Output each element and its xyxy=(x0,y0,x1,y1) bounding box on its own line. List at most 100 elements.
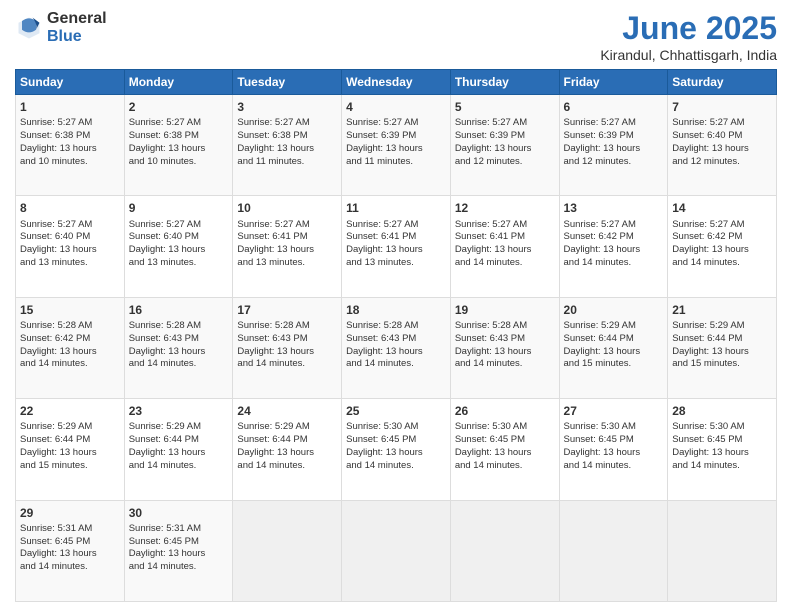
day-number: 1 xyxy=(20,99,120,115)
table-row: 24Sunrise: 5:29 AMSunset: 6:44 PMDayligh… xyxy=(233,399,342,500)
table-row: 26Sunrise: 5:30 AMSunset: 6:45 PMDayligh… xyxy=(450,399,559,500)
table-row: 17Sunrise: 5:28 AMSunset: 6:43 PMDayligh… xyxy=(233,297,342,398)
daylight-hours-text: Daylight: 13 hours xyxy=(346,346,423,357)
sunrise-text: Sunrise: 5:30 AM xyxy=(346,421,418,432)
sunset-text: Sunset: 6:43 PM xyxy=(455,333,525,344)
sunrise-text: Sunrise: 5:28 AM xyxy=(346,320,418,331)
table-row xyxy=(233,500,342,601)
table-row: 30Sunrise: 5:31 AMSunset: 6:45 PMDayligh… xyxy=(124,500,233,601)
day-number: 3 xyxy=(237,99,337,115)
sunrise-text: Sunrise: 5:28 AM xyxy=(20,320,92,331)
daylight-hours-text: Daylight: 13 hours xyxy=(20,143,97,154)
logo-icon xyxy=(15,14,43,42)
daylight-hours-text: Daylight: 13 hours xyxy=(237,244,314,255)
day-number: 30 xyxy=(129,505,229,521)
day-number: 26 xyxy=(455,403,555,419)
day-number: 17 xyxy=(237,302,337,318)
table-row: 5Sunrise: 5:27 AMSunset: 6:39 PMDaylight… xyxy=(450,95,559,196)
calendar-week-row: 1 Sunrise: 5:27 AM Sunset: 6:38 PM Daylight… xyxy=(16,95,777,196)
daylight-hours-text: Daylight: 13 hours xyxy=(564,447,641,458)
sunrise-text: Sunrise: 5:27 AM xyxy=(346,117,418,128)
table-row: 11Sunrise: 5:27 AMSunset: 6:41 PMDayligh… xyxy=(342,196,451,297)
table-row: 2Sunrise: 5:27 AMSunset: 6:38 PMDaylight… xyxy=(124,95,233,196)
header: General Blue June 2025 Kirandul, Chhatti… xyxy=(15,10,777,63)
sunrise-text: Sunrise: 5:29 AM xyxy=(20,421,92,432)
sunrise-text: Sunrise: 5:27 AM xyxy=(455,219,527,230)
daylight-minutes-text: and 14 minutes. xyxy=(20,358,88,369)
daylight-hours-text: Daylight: 13 hours xyxy=(346,244,423,255)
daylight-minutes-text: and 14 minutes. xyxy=(564,257,632,268)
daylight-minutes-text: and 10 minutes. xyxy=(129,156,197,167)
day-number: 23 xyxy=(129,403,229,419)
sunset-text: Sunset: 6:42 PM xyxy=(672,231,742,242)
sunrise-text: Sunrise: 5:28 AM xyxy=(129,320,201,331)
day-number: 22 xyxy=(20,403,120,419)
daylight-hours-text: Daylight: 13 hours xyxy=(20,548,97,559)
daylight-hours-text: Daylight: 13 hours xyxy=(564,244,641,255)
logo-blue-text: Blue xyxy=(47,28,107,46)
daylight-minutes-text: and 11 minutes. xyxy=(237,156,304,167)
sunset-text: Sunset: 6:45 PM xyxy=(20,536,90,547)
sunset-text: Sunset: 6:43 PM xyxy=(346,333,416,344)
daylight-minutes-text: and 10 minutes. xyxy=(20,156,88,167)
sunrise-text: Sunrise: 5:27 AM xyxy=(129,117,201,128)
table-row: 22Sunrise: 5:29 AMSunset: 6:44 PMDayligh… xyxy=(16,399,125,500)
sunset-text: Sunset: 6:41 PM xyxy=(346,231,416,242)
daylight-minutes-text: and 14 minutes. xyxy=(672,460,740,471)
daylight-hours-text: Daylight: 13 hours xyxy=(672,447,749,458)
sunrise-text: Sunrise: 5:27 AM xyxy=(129,219,201,230)
sunrise-text: Sunrise: 5:27 AM xyxy=(564,117,636,128)
calendar-week-row: 15 Sunrise: 5:28 AM Sunset: 6:42 PM Dayligh… xyxy=(16,297,777,398)
logo-text: General Blue xyxy=(47,10,107,45)
day-number: 2 xyxy=(129,99,229,115)
daylight-minutes-text: and 14 minutes. xyxy=(346,460,414,471)
sunset-text: Sunset: 6:45 PM xyxy=(129,536,199,547)
daylight-minutes-text: and 15 minutes. xyxy=(672,358,740,369)
table-row: 14Sunrise: 5:27 AMSunset: 6:42 PMDayligh… xyxy=(668,196,777,297)
day-number: 6 xyxy=(564,99,664,115)
table-row: 19Sunrise: 5:28 AMSunset: 6:43 PMDayligh… xyxy=(450,297,559,398)
daylight-hours-text: Daylight: 13 hours xyxy=(346,447,423,458)
sunrise-text: Sunrise: 5:28 AM xyxy=(455,320,527,331)
table-row: 12Sunrise: 5:27 AMSunset: 6:41 PMDayligh… xyxy=(450,196,559,297)
sunset-text: Sunset: 6:45 PM xyxy=(346,434,416,445)
sunset-text: Sunset: 6:38 PM xyxy=(129,130,199,141)
daylight-minutes-text: and 14 minutes. xyxy=(237,358,305,369)
col-tuesday: Tuesday xyxy=(233,70,342,95)
day-number: 4 xyxy=(346,99,446,115)
main-title: June 2025 xyxy=(600,10,777,47)
sunrise-text: Sunrise: 5:30 AM xyxy=(455,421,527,432)
sunrise-text: Sunrise: 5:27 AM xyxy=(237,117,309,128)
sunrise-text: Sunrise: 5:27 AM xyxy=(20,219,92,230)
sunrise-text: Sunrise: 5:27 AM xyxy=(237,219,309,230)
table-row xyxy=(342,500,451,601)
sunrise-text: Sunrise: 5:28 AM xyxy=(237,320,309,331)
table-row: 7Sunrise: 5:27 AMSunset: 6:40 PMDaylight… xyxy=(668,95,777,196)
day-number: 19 xyxy=(455,302,555,318)
sunset-text: Sunset: 6:42 PM xyxy=(564,231,634,242)
sunset-text: Sunset: 6:40 PM xyxy=(129,231,199,242)
calendar-week-row: 22Sunrise: 5:29 AMSunset: 6:44 PMDayligh… xyxy=(16,399,777,500)
daylight-minutes-text: and 14 minutes. xyxy=(237,460,305,471)
daylight-minutes-text: and 13 minutes. xyxy=(20,257,88,268)
table-row: 9Sunrise: 5:27 AMSunset: 6:40 PMDaylight… xyxy=(124,196,233,297)
daylight-hours-text: Daylight: 13 hours xyxy=(237,447,314,458)
col-wednesday: Wednesday xyxy=(342,70,451,95)
sunrise-text: Sunrise: 5:29 AM xyxy=(237,421,309,432)
day-number: 7 xyxy=(672,99,772,115)
day-number: 13 xyxy=(564,200,664,216)
daylight-minutes-text: and 14 minutes. xyxy=(455,460,523,471)
daylight-minutes-text: and 14 minutes. xyxy=(564,460,632,471)
daylight-hours-text: Daylight: 13 hours xyxy=(455,244,532,255)
daylight-hours-text: Daylight: 13 hours xyxy=(564,143,641,154)
sunset-text: Sunset: 6:42 PM xyxy=(20,333,90,344)
table-row: 18Sunrise: 5:28 AMSunset: 6:43 PMDayligh… xyxy=(342,297,451,398)
sunset-text: Sunset: 6:44 PM xyxy=(672,333,742,344)
daylight-hours-text: Daylight: 13 hours xyxy=(455,143,532,154)
day-number: 15 xyxy=(20,302,120,318)
daylight-minutes-text: and 12 minutes. xyxy=(564,156,632,167)
sunrise-text: Sunrise: 5:29 AM xyxy=(129,421,201,432)
sunrise-text: Sunrise: 5:27 AM xyxy=(672,117,744,128)
table-row: 25Sunrise: 5:30 AMSunset: 6:45 PMDayligh… xyxy=(342,399,451,500)
daylight-hours-text: Daylight: 13 hours xyxy=(672,346,749,357)
